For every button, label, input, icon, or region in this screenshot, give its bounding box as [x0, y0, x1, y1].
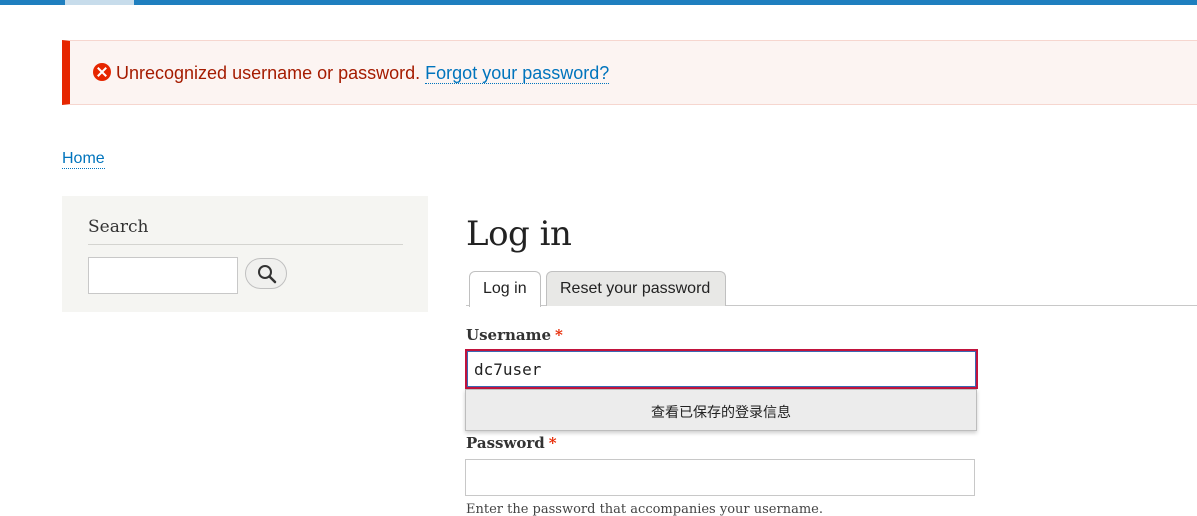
password-field[interactable]: [465, 459, 975, 496]
page-title: Log in: [466, 214, 572, 254]
search-input[interactable]: [88, 257, 238, 294]
search-button[interactable]: [245, 258, 287, 289]
password-help-text: Enter the password that accompanies your…: [466, 502, 823, 516]
error-message-label: Unrecognized username or password.: [116, 63, 421, 83]
search-block-title: Search: [88, 217, 149, 237]
required-mark: *: [548, 434, 557, 452]
autofill-saved-logins-option[interactable]: 查看已保存的登录信息: [465, 389, 977, 431]
sidebar-search-block: Search: [62, 196, 428, 312]
username-field[interactable]: dc7user: [465, 349, 978, 389]
top-bar-active-tab[interactable]: [65, 0, 134, 5]
top-bar: [0, 0, 1197, 5]
required-mark: *: [555, 326, 563, 344]
tab-reset-password[interactable]: Reset your password: [546, 271, 726, 306]
error-icon: [93, 63, 111, 81]
error-message-text: Unrecognized username or password. Forgo…: [116, 63, 610, 84]
divider: [88, 244, 403, 245]
breadcrumb-home-link[interactable]: Home: [62, 150, 105, 169]
username-value: dc7user: [474, 360, 542, 379]
search-icon: [258, 265, 277, 284]
password-label: Password *: [466, 434, 557, 452]
password-label-text: Password: [466, 434, 545, 452]
forgot-password-link[interactable]: Forgot your password?: [425, 63, 610, 84]
tab-log-in[interactable]: Log in: [469, 271, 541, 307]
username-label-text: Username: [466, 326, 552, 344]
error-message: Unrecognized username or password. Forgo…: [62, 40, 1197, 105]
username-label: Username *: [466, 326, 563, 344]
